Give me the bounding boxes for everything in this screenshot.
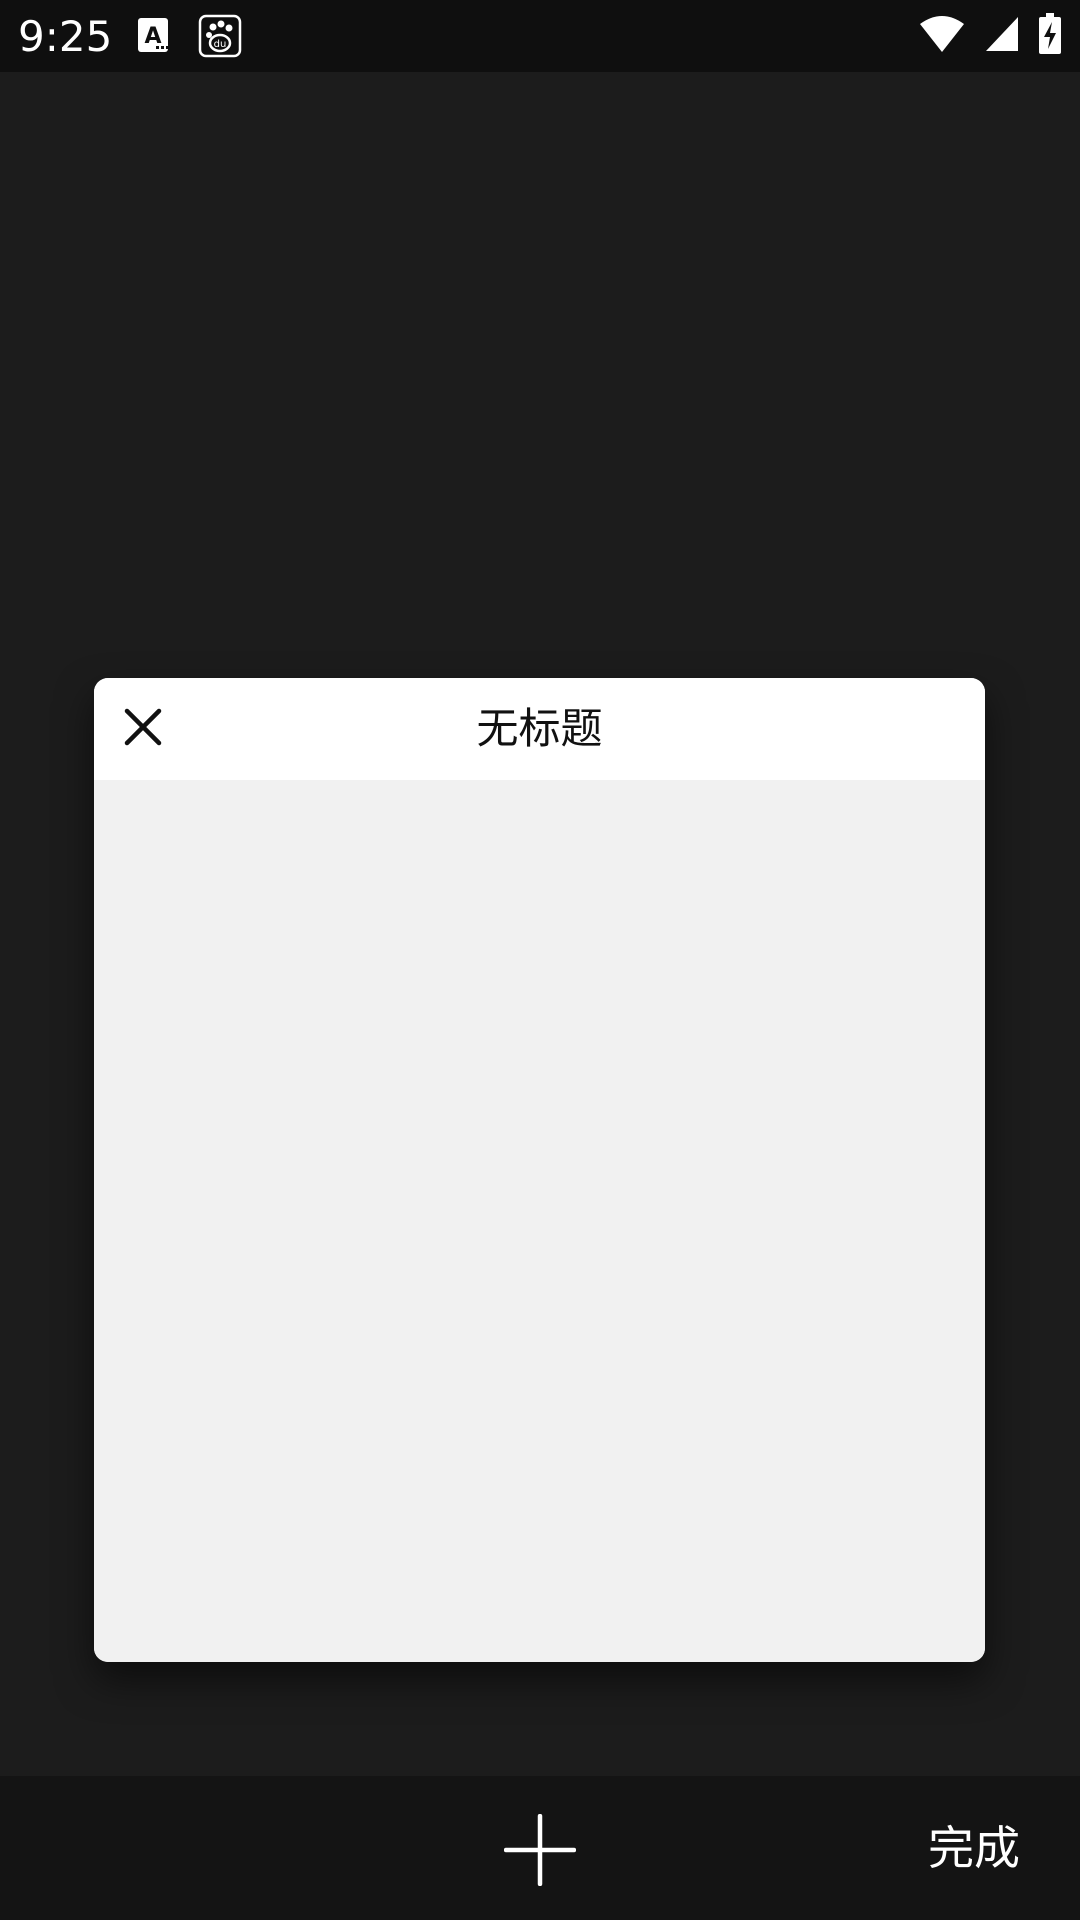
tab-card[interactable]: 无标题 [94, 678, 985, 1662]
bottom-bar: 完成 [0, 1776, 1080, 1920]
wifi-icon [918, 14, 966, 58]
tab-preview[interactable] [94, 780, 985, 1662]
app-a-icon: A [132, 14, 176, 58]
svg-text:A: A [144, 24, 161, 49]
close-tab-button[interactable] [114, 700, 172, 758]
svg-text:du: du [214, 39, 227, 50]
status-bar: 9:25 A du [0, 0, 1080, 72]
done-button[interactable]: 完成 [928, 1776, 1020, 1920]
status-time: 9:25 [18, 12, 113, 61]
plus-icon [503, 1813, 577, 1890]
battery-charging-icon [1038, 13, 1062, 59]
add-tab-button[interactable] [496, 1808, 584, 1896]
tab-card-header: 无标题 [94, 678, 985, 780]
close-icon [123, 707, 163, 751]
system-status-icons [918, 13, 1062, 59]
cell-signal-icon [984, 15, 1020, 57]
tab-title: 无标题 [476, 704, 603, 753]
tab-switcher-screen: 9:25 A du 无标题 完成 [0, 0, 1080, 1920]
baidu-paw-icon: du [198, 14, 242, 58]
